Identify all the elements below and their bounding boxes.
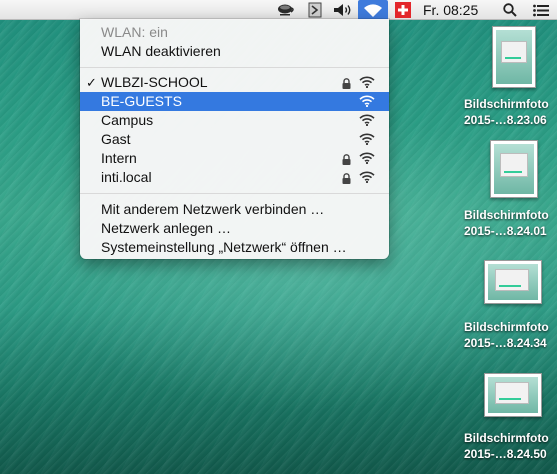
wifi-signal-icon — [359, 152, 375, 164]
lock-icon — [342, 154, 351, 165]
notification-list-icon[interactable] — [530, 0, 552, 20]
swiss-flag-icon[interactable] — [392, 0, 414, 20]
file-name-line1: Bildschirmfoto — [464, 208, 549, 222]
file-name-line2: 2015-…8.24.50 — [464, 447, 547, 461]
network-item-campus[interactable]: Campus — [80, 111, 389, 130]
lock-icon — [342, 78, 351, 89]
open-network-preferences-item[interactable]: Systemeinstellung „Netzwerk“ öffnen … — [80, 238, 389, 257]
menubar-clock[interactable]: Fr. 08:25 — [423, 0, 478, 20]
file-name-line1: Bildschirmfoto — [464, 97, 549, 111]
network-item-inti-local[interactable]: inti.local — [80, 168, 389, 187]
network-name: Gast — [101, 131, 131, 147]
desktop-file[interactable]: Bildschirmfoto 2015-…8.23.06 — [464, 26, 557, 136]
network-name: Intern — [101, 150, 137, 166]
wifi-signal-icon — [359, 76, 375, 88]
file-name-line1: Bildschirmfoto — [464, 431, 549, 445]
file-thumbnail — [484, 373, 542, 417]
network-item-wlbzi-school[interactable]: ✓ WLBZI-SCHOOL — [80, 73, 389, 92]
network-name: WLBZI-SCHOOL — [101, 74, 208, 90]
lock-icon — [342, 173, 351, 184]
wifi-status: WLAN: ein — [80, 23, 389, 42]
wifi-signal-icon — [359, 95, 375, 107]
wifi-status-label: WLAN: ein — [101, 24, 168, 40]
create-network-label: Netzwerk anlegen … — [101, 220, 231, 236]
menu-bar: Fr. 08:25 — [0, 0, 557, 20]
menu-separator — [80, 193, 389, 194]
coffee-cup-icon[interactable] — [274, 0, 298, 20]
wifi-toggle-label: WLAN deaktivieren — [101, 43, 221, 59]
network-name: inti.local — [101, 169, 152, 185]
wifi-toggle-item[interactable]: WLAN deaktivieren — [80, 42, 389, 61]
create-network-item[interactable]: Netzwerk anlegen … — [80, 219, 389, 238]
wifi-signal-icon — [359, 171, 375, 183]
file-name-line2: 2015-…8.23.06 — [464, 113, 547, 127]
network-item-gast[interactable]: Gast — [80, 130, 389, 149]
network-item-be-guests[interactable]: BE-GUESTS — [80, 92, 389, 111]
connected-checkmark-icon: ✓ — [86, 75, 97, 90]
menu-separator — [80, 67, 389, 68]
join-other-network-item[interactable]: Mit anderem Netzwerk verbinden … — [80, 200, 389, 219]
volume-icon[interactable] — [331, 0, 355, 20]
file-name-line1: Bildschirmfoto — [464, 320, 549, 334]
file-thumbnail — [492, 26, 536, 88]
open-network-preferences-label: Systemeinstellung „Netzwerk“ öffnen … — [101, 239, 347, 255]
network-item-intern[interactable]: Intern — [80, 149, 389, 168]
desktop-file[interactable]: Bildschirmfoto 2015-…8.24.50 — [464, 373, 557, 473]
file-thumbnail — [490, 140, 538, 198]
wifi-signal-icon — [359, 133, 375, 145]
desktop-file[interactable]: Bildschirmfoto 2015-…8.24.34 — [464, 260, 557, 360]
network-name: Campus — [101, 112, 154, 128]
desktop-file[interactable]: Bildschirmfoto 2015-…8.24.01 — [464, 140, 557, 250]
wifi-menu-icon[interactable] — [358, 0, 388, 20]
file-name-line2: 2015-…8.24.01 — [464, 224, 547, 238]
join-other-network-label: Mit anderem Netzwerk verbinden … — [101, 201, 325, 217]
document-sync-icon[interactable] — [305, 0, 325, 20]
spotlight-search-icon[interactable] — [500, 0, 520, 20]
file-name-line2: 2015-…8.24.34 — [464, 336, 547, 350]
file-thumbnail — [484, 260, 542, 304]
wifi-signal-icon — [359, 114, 375, 126]
network-name: BE-GUESTS — [101, 93, 182, 109]
wifi-dropdown-menu: WLAN: ein WLAN deaktivieren ✓ WLBZI-SCHO… — [80, 19, 389, 259]
